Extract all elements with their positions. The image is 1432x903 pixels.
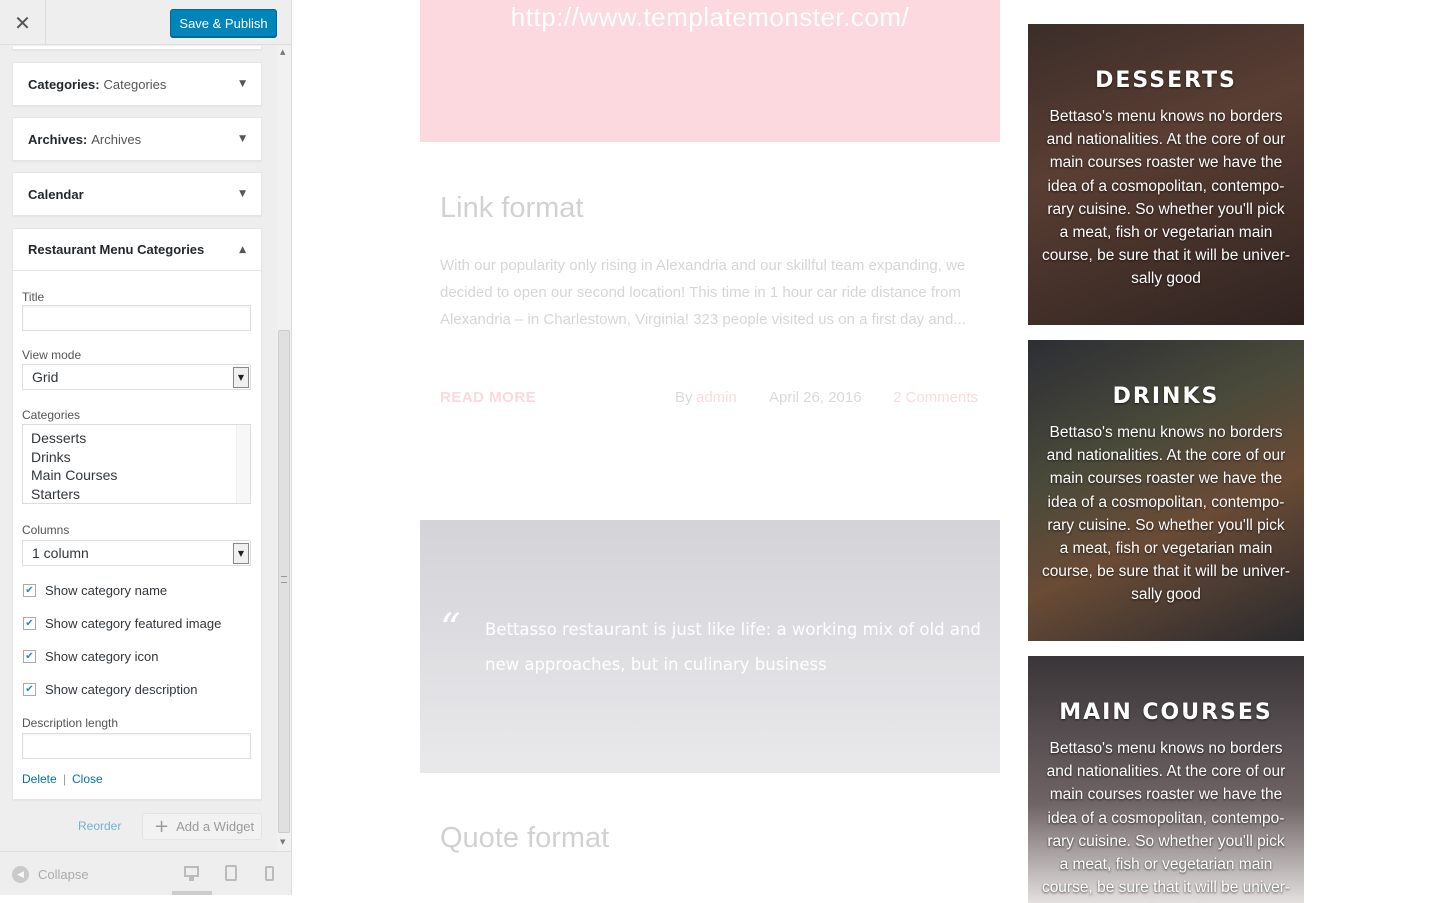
- active-device-indicator: [172, 891, 212, 895]
- columns-select[interactable]: 1 column ▼: [22, 540, 251, 566]
- category-card-drinks[interactable]: DRINKS Bettaso's menu knows no borders a…: [1028, 340, 1304, 641]
- category-description: Bettaso's menu knows no borders and nati…: [1041, 740, 1291, 903]
- show-category-image-checkbox[interactable]: ✔ Show category featured image: [23, 616, 221, 631]
- categories-multiselect[interactable]: Desserts Drinks Main Courses Starters: [22, 424, 251, 504]
- dropdown-arrow-icon[interactable]: ▼: [233, 543, 249, 564]
- widget-title: Restaurant Menu Categories: [28, 242, 205, 257]
- widget-archives[interactable]: Archives: Archives ▼: [12, 117, 262, 161]
- list-scrollbar[interactable]: [236, 425, 250, 503]
- category-card-main-courses[interactable]: MAIN COURSES Bettaso's menu knows no bor…: [1028, 656, 1304, 903]
- desktop-icon[interactable]: [184, 866, 199, 877]
- checkbox-label: Show category icon: [45, 649, 159, 664]
- checkmark-icon[interactable]: ✔: [23, 584, 36, 597]
- checkmark-icon[interactable]: ✔: [23, 617, 36, 630]
- customizer-footer: ◀ Collapse: [0, 851, 291, 895]
- widget-subtitle: Archives: [91, 131, 142, 147]
- category-option[interactable]: Drinks: [31, 448, 242, 467]
- show-category-name-checkbox[interactable]: ✔ Show category name: [23, 583, 167, 598]
- widget-header[interactable]: Restaurant Menu Categories: [13, 229, 261, 271]
- checkmark-icon[interactable]: ✔: [23, 683, 36, 696]
- view-mode-label: View mode: [22, 348, 82, 362]
- customizer-panel: ✕ Save & Publish Categories: Categories ▼…: [0, 0, 292, 895]
- widget-subtitle: Categories: [103, 76, 167, 92]
- read-more-link[interactable]: READ MORE: [440, 389, 536, 406]
- quote-text: Bettasso restaurant is just like life: a…: [485, 620, 981, 674]
- collapse-arrow-icon[interactable]: ▲: [239, 245, 246, 255]
- description-length-input[interactable]: [22, 733, 251, 759]
- collapse-icon[interactable]: ◀: [12, 866, 29, 883]
- add-widget-button[interactable]: + Add a Widget: [142, 813, 262, 840]
- widget-title: Calendar: [28, 186, 84, 202]
- columns-value: 1 column: [32, 545, 89, 561]
- columns-label: Columns: [22, 523, 70, 537]
- category-option[interactable]: Main Courses: [31, 466, 242, 485]
- panel-scrollbar[interactable]: ▲ ▼: [277, 46, 291, 851]
- widgets-scroll-area: Categories: Categories ▼ Archives: Archive…: [0, 46, 276, 851]
- widget-calendar[interactable]: Calendar ▼: [12, 172, 262, 216]
- reorder-link[interactable]: Reorder: [78, 819, 121, 833]
- checkbox-label: Show category name: [45, 583, 168, 598]
- view-mode-select[interactable]: Grid ▼: [22, 364, 251, 390]
- category-name: DRINKS: [1112, 384, 1220, 409]
- show-category-description-checkbox[interactable]: ✔ Show category description: [23, 682, 197, 697]
- expand-arrow-icon[interactable]: ▼: [239, 189, 246, 199]
- add-widget-label: Add a Widget: [176, 819, 255, 834]
- title-input[interactable]: [22, 305, 251, 331]
- delete-link[interactable]: Delete: [22, 772, 57, 786]
- widget-title: Archives:: [28, 131, 88, 147]
- category-card-desserts[interactable]: DESSERTS Bettaso's menu knows no borders…: [1028, 24, 1304, 325]
- widget-partial: [12, 46, 262, 50]
- category-name: MAIN COURSES: [1059, 700, 1273, 725]
- link-separator: |: [63, 772, 67, 786]
- widget-title: Categories:: [28, 76, 100, 92]
- description-length-label: Description length: [22, 716, 119, 730]
- category-option[interactable]: Desserts: [31, 429, 242, 448]
- close-icon[interactable]: ✕: [0, 0, 46, 45]
- desktop-stand: [189, 877, 194, 881]
- category-option[interactable]: Starters: [31, 485, 242, 504]
- save-publish-button[interactable]: Save & Publish: [170, 9, 277, 37]
- link-url[interactable]: http://www.templatemonster.com/: [420, 2, 1000, 33]
- scroll-up-icon[interactable]: ▲: [280, 48, 285, 56]
- customizer-header: ✕ Save & Publish: [0, 0, 291, 45]
- tablet-icon[interactable]: [225, 865, 237, 881]
- mobile-icon[interactable]: [265, 866, 274, 881]
- post-excerpt: With our popularity only rising in Alexa…: [440, 257, 966, 328]
- close-link[interactable]: Close: [72, 772, 103, 786]
- post-title[interactable]: Link format: [440, 192, 583, 225]
- post-author-link[interactable]: admin: [696, 389, 737, 406]
- show-category-icon-checkbox[interactable]: ✔ Show category icon: [23, 649, 158, 664]
- grip-icon: [281, 576, 287, 583]
- expand-arrow-icon[interactable]: ▼: [239, 134, 246, 144]
- plus-icon: +: [154, 816, 170, 837]
- post-comments-link[interactable]: 2 Comments: [893, 389, 978, 406]
- quote-mark-icon: “: [440, 606, 461, 652]
- quote-format-block: “ Bettasso restaurant is just like life:…: [420, 520, 1000, 773]
- scroll-down-icon[interactable]: ▼: [280, 838, 285, 846]
- collapse-label[interactable]: Collapse: [38, 867, 89, 882]
- category-description: Bettaso's menu knows no borders and nati…: [1041, 424, 1291, 604]
- checkbox-label: Show category featured image: [45, 616, 222, 631]
- link-format-banner: http://www.templatemonster.com/: [420, 0, 1000, 142]
- scroll-thumb[interactable]: [278, 330, 290, 833]
- category-description: Bettaso's menu knows no borders and nati…: [1041, 108, 1291, 288]
- checkmark-icon[interactable]: ✔: [23, 650, 36, 663]
- widget-categories[interactable]: Categories: Categories ▼: [12, 62, 262, 106]
- title-label: Title: [22, 290, 45, 304]
- category-name: DESSERTS: [1095, 68, 1237, 93]
- expand-arrow-icon[interactable]: ▼: [239, 79, 246, 89]
- checkbox-label: Show category description: [45, 682, 198, 697]
- dropdown-arrow-icon[interactable]: ▼: [233, 367, 249, 388]
- view-mode-value: Grid: [32, 369, 59, 385]
- post-date: April 26, 2016: [769, 389, 862, 406]
- post-meta-by: By: [675, 389, 693, 406]
- categories-label: Categories: [22, 408, 81, 422]
- post-title[interactable]: Quote format: [440, 822, 609, 855]
